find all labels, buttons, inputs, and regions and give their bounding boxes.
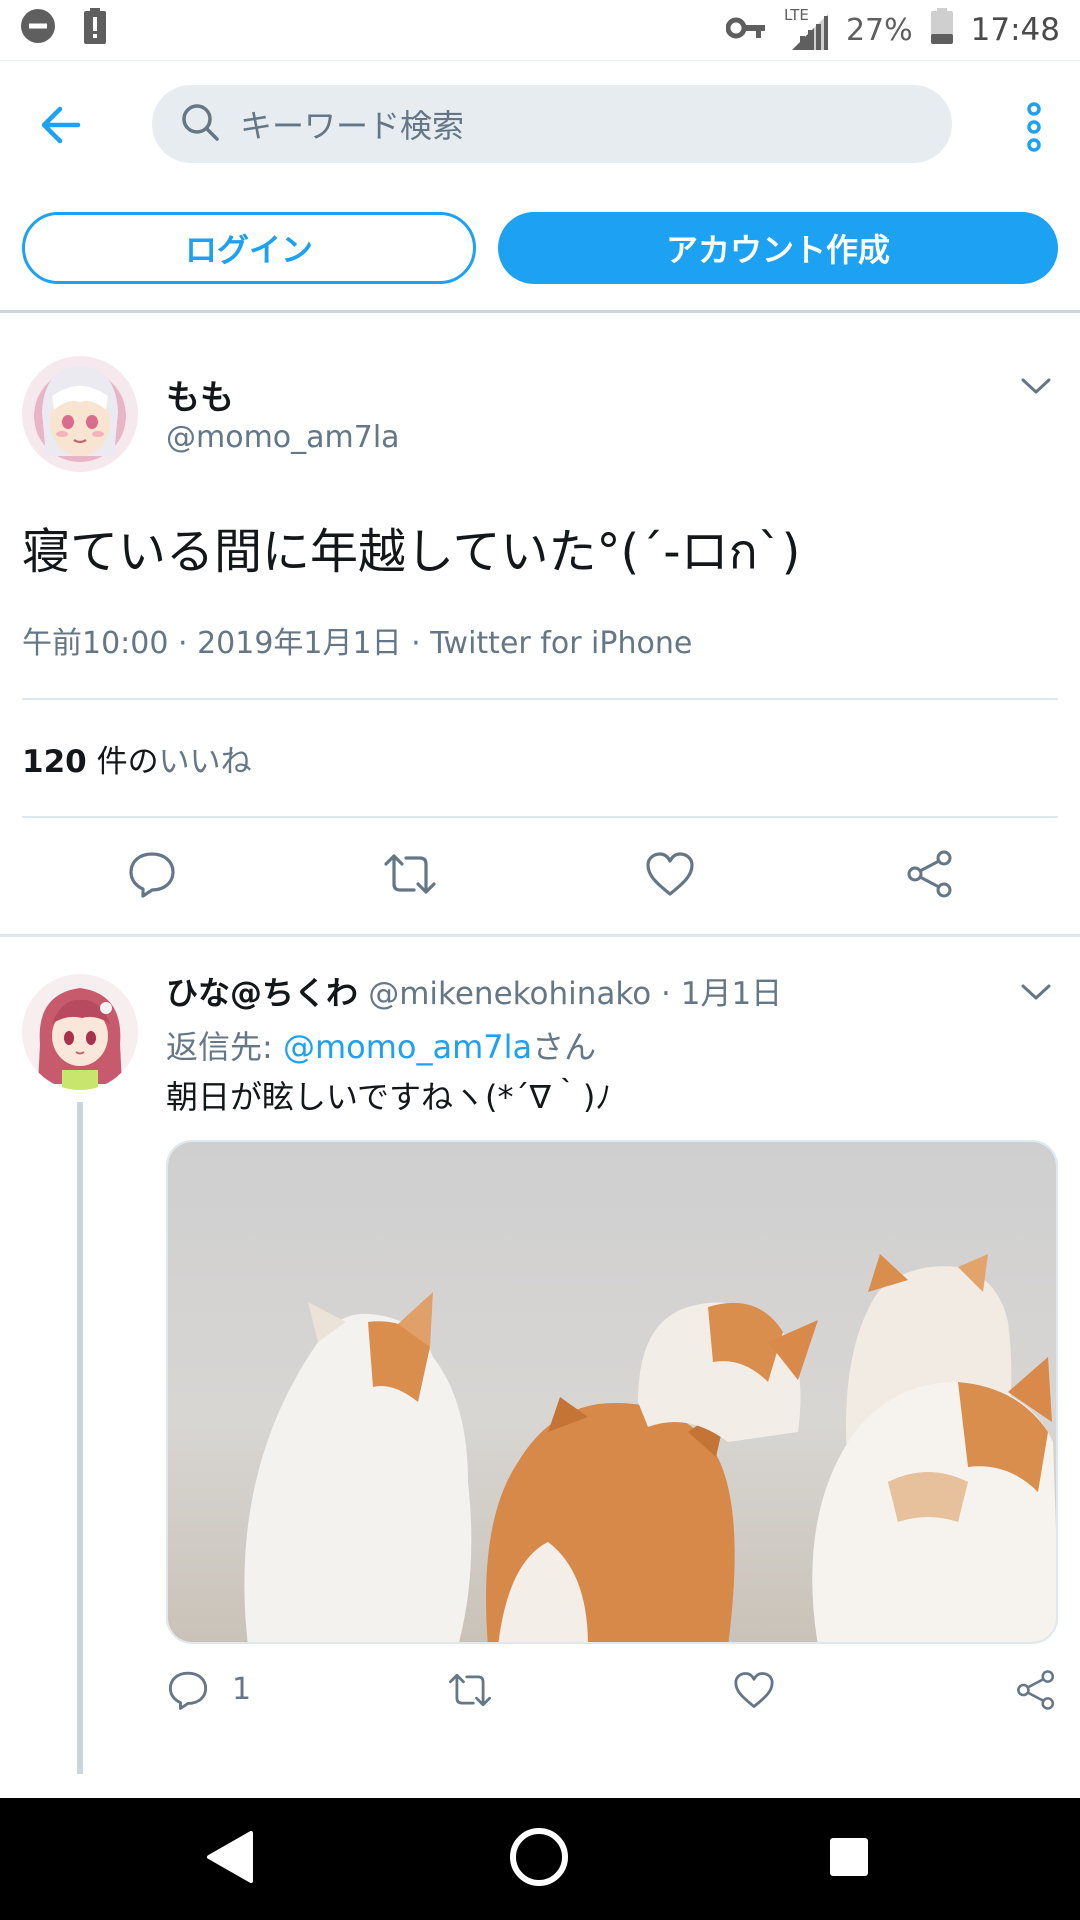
chevron-down-icon bbox=[1020, 376, 1052, 400]
divider bbox=[22, 698, 1058, 700]
chevron-down-icon bbox=[1020, 982, 1052, 1006]
tweet-meta[interactable]: 午前10:00 · 2019年1月1日 · Twitter for iPhone bbox=[22, 618, 692, 662]
share-button[interactable] bbox=[900, 846, 960, 906]
share-icon bbox=[1015, 1669, 1057, 1715]
reply-to-suffix: さん bbox=[532, 1028, 597, 1066]
avatar[interactable] bbox=[22, 974, 138, 1090]
reply-icon bbox=[127, 849, 177, 903]
author-name[interactable]: もも bbox=[166, 370, 234, 419]
login-button[interactable]: ログイン bbox=[22, 212, 476, 284]
do-not-disturb-icon bbox=[20, 8, 56, 52]
retweet-icon bbox=[447, 1672, 493, 1712]
nav-recents-icon bbox=[827, 1835, 871, 1883]
search-header: キーワード検索 bbox=[0, 60, 1080, 190]
signal-icon: LTE bbox=[784, 6, 828, 50]
system-nav-bar bbox=[0, 1798, 1080, 1920]
nav-back-button[interactable] bbox=[196, 1826, 262, 1892]
author-handle-date[interactable]: @mikenekohinako · 1月1日 bbox=[368, 976, 782, 1012]
reply-to-label: 返信先: bbox=[166, 1028, 283, 1066]
reply-to-mention[interactable]: @momo_am7la bbox=[283, 1028, 532, 1066]
share-icon bbox=[905, 849, 955, 903]
retweet-button[interactable] bbox=[380, 846, 440, 906]
more-vertical-icon bbox=[1026, 102, 1042, 156]
reply-icon bbox=[167, 1669, 209, 1715]
reply-header: ひな@ちくわ @mikenekohinako · 1月1日 bbox=[166, 968, 782, 1014]
tweet-text: 朝日が眩しいですねヽ(*´∇｀)ﾉ bbox=[166, 1078, 612, 1116]
battery-percent: 27% bbox=[845, 12, 913, 48]
reply-actions bbox=[0, 1662, 1080, 1722]
like-icon bbox=[645, 851, 695, 901]
signup-button[interactable]: アカウント作成 bbox=[498, 212, 1058, 284]
nav-home-icon bbox=[508, 1826, 570, 1892]
tweet-menu-button[interactable] bbox=[1014, 972, 1058, 1016]
nav-home-button[interactable] bbox=[506, 1826, 572, 1892]
tweet-image-cats[interactable] bbox=[166, 1140, 1058, 1644]
auth-bar: ログイン アカウント作成 bbox=[0, 212, 1080, 312]
back-arrow-icon bbox=[38, 105, 82, 149]
reply-button[interactable] bbox=[158, 1662, 218, 1722]
reply-button[interactable] bbox=[122, 846, 182, 906]
likes-unit: 件の bbox=[86, 744, 159, 780]
search-icon bbox=[180, 102, 220, 146]
battery-icon bbox=[930, 8, 953, 52]
nav-recents-button[interactable] bbox=[816, 1826, 882, 1892]
retweet-button[interactable] bbox=[440, 1662, 500, 1722]
avatar[interactable] bbox=[22, 356, 138, 472]
nav-back-icon bbox=[203, 1829, 255, 1889]
like-button[interactable] bbox=[724, 1662, 784, 1722]
tweet-text: 寝ている間に年越していた°(´-ロก`) bbox=[22, 524, 801, 580]
status-bar: LTE 27% 17:48 bbox=[0, 0, 1080, 60]
reply-count: 1 bbox=[232, 1672, 252, 1707]
more-options-button[interactable] bbox=[1014, 99, 1054, 159]
like-icon bbox=[733, 1671, 775, 1713]
author-name[interactable]: ひな@ちくわ bbox=[166, 974, 358, 1012]
search-input[interactable]: キーワード検索 bbox=[152, 85, 952, 163]
tweet-menu-button[interactable] bbox=[1014, 366, 1058, 410]
search-placeholder: キーワード検索 bbox=[240, 107, 465, 145]
likes-count: 120 bbox=[22, 744, 87, 780]
back-button[interactable] bbox=[32, 99, 88, 155]
vpn-key-icon bbox=[725, 13, 766, 48]
retweet-icon bbox=[382, 852, 438, 900]
divider bbox=[22, 816, 1058, 818]
divider bbox=[0, 310, 1080, 313]
divider bbox=[0, 934, 1080, 937]
likes-link[interactable]: いいね bbox=[159, 744, 252, 780]
likes-summary[interactable]: 120 件のいいね bbox=[22, 736, 252, 781]
share-button[interactable] bbox=[1006, 1662, 1066, 1722]
reply-to: 返信先: @momo_am7laさん bbox=[166, 1022, 596, 1068]
author-handle[interactable]: @momo_am7la bbox=[166, 420, 400, 455]
battery-alert-icon bbox=[84, 8, 106, 52]
clock: 17:48 bbox=[970, 12, 1060, 48]
like-button[interactable] bbox=[640, 846, 700, 906]
